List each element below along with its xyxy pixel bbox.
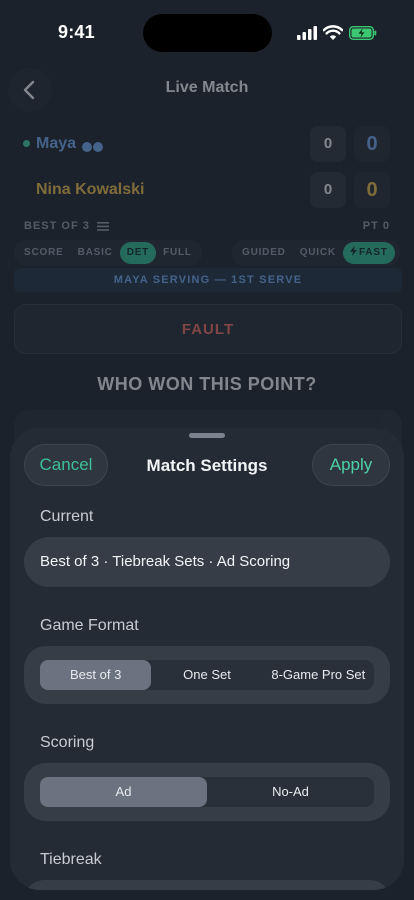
point-question: WHO WON THIS POINT? — [97, 374, 317, 394]
page-title: Live Match — [165, 79, 249, 96]
format-label: BEST OF 3 — [24, 220, 90, 232]
game-format-one-set[interactable]: One Set — [151, 660, 262, 690]
current-label: Current — [40, 508, 94, 525]
detail-mode-selector: SCORE BASIC DET FULL — [14, 240, 202, 266]
battery-charging-icon — [349, 26, 377, 40]
player-2-name: Nina Kowalski — [36, 181, 145, 198]
player-1-points: 0 — [354, 126, 390, 162]
player-2-points: 0 — [354, 172, 390, 208]
serving-indicator — [23, 140, 30, 147]
status-bar: 9:41 — [0, 0, 414, 62]
match-settings-sheet: Cancel Match Settings Apply Current Best… — [10, 428, 404, 890]
game-format-best-of-3[interactable]: Best of 3 — [40, 660, 152, 690]
input-mode-guided[interactable]: GUIDED — [235, 242, 293, 264]
detail-mode-score[interactable]: SCORE — [17, 242, 71, 264]
apply-button[interactable]: Apply — [312, 444, 390, 486]
bolt-icon — [349, 246, 357, 256]
player-row-2: Nina Kowalski 0 0 — [12, 170, 402, 212]
input-mode-fast-label: FAST — [358, 247, 388, 258]
player-1-games: 0 — [310, 126, 346, 162]
point-counter: PT 0 — [362, 220, 390, 232]
sheet-grabber[interactable] — [189, 433, 225, 438]
scoring-no-ad[interactable]: No-Ad — [207, 777, 374, 807]
input-mode-fast[interactable]: FAST — [342, 242, 395, 264]
status-time: 9:41 — [58, 22, 95, 42]
game-format-control: Best of 3 One Set 8-Game Pro Set — [24, 646, 390, 704]
game-format-label: Game Format — [40, 617, 139, 634]
player-1-name: Maya — [36, 135, 77, 152]
input-mode-selector: GUIDED QUICK FAST — [232, 240, 400, 266]
fault-button[interactable]: FAULT — [14, 304, 402, 354]
detail-mode-basic[interactable]: BASIC — [71, 242, 120, 264]
input-mode-quick[interactable]: QUICK — [293, 242, 343, 264]
match-meta: BEST OF 3 PT 0 — [24, 220, 390, 236]
wifi-icon — [323, 25, 343, 40]
scoring-ad[interactable]: Ad — [40, 777, 207, 807]
player-1-sets-indicator — [82, 139, 104, 157]
current-settings-summary: Best of 3 · Tiebreak Sets · Ad Scoring — [24, 537, 390, 587]
detail-mode-det[interactable]: DET — [119, 242, 157, 264]
tiebreak-label: Tiebreak — [40, 851, 102, 868]
detail-mode-full[interactable]: FULL — [156, 242, 199, 264]
list-icon — [96, 221, 109, 231]
game-format-8-game-pro-set[interactable]: 8-Game Pro Set — [263, 660, 374, 690]
cellular-signal-icon — [297, 26, 317, 40]
scoring-label: Scoring — [40, 734, 95, 751]
dynamic-island — [143, 14, 272, 52]
serving-banner: MAYA SERVING — 1ST SERVE — [14, 268, 402, 292]
player-row-1: Maya 0 0 — [12, 124, 402, 166]
scoring-control: Ad No-Ad — [24, 763, 390, 821]
player-2-games: 0 — [310, 172, 346, 208]
tiebreak-control[interactable] — [24, 880, 390, 890]
